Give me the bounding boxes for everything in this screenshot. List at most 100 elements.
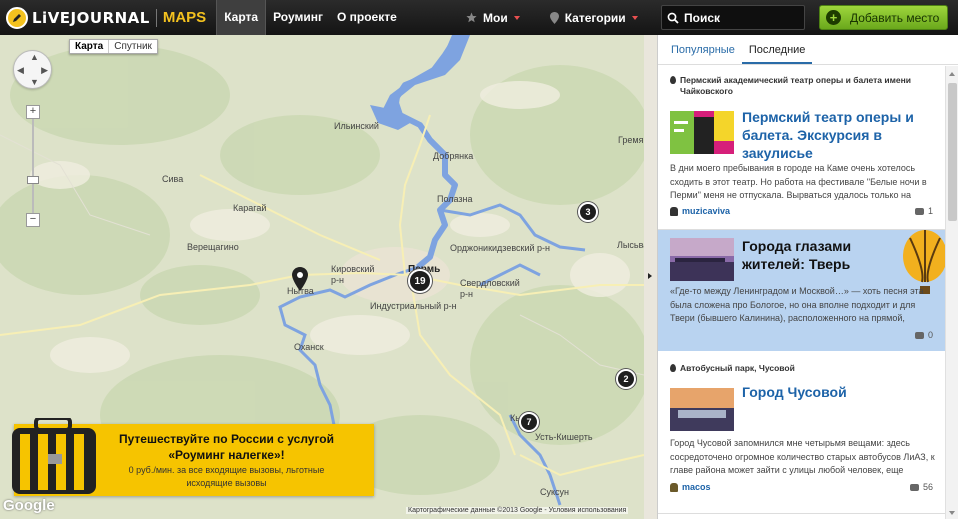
map-label: Гремячинск <box>618 135 644 145</box>
tab-recent[interactable]: Последние <box>741 35 813 64</box>
map-label: Полазна <box>437 194 473 204</box>
banner-subtitle: 0 руб./мин. за все входящие вызовы, льго… <box>128 465 325 488</box>
post-author[interactable]: macos <box>670 482 711 492</box>
nav-roaming[interactable]: Роуминг <box>266 0 330 35</box>
post-author[interactable]: muzicaviva <box>670 206 730 216</box>
user-icon <box>670 206 678 216</box>
plus-icon: + <box>826 10 841 25</box>
categories-dropdown[interactable]: Категории <box>549 10 638 25</box>
map-cluster-marker[interactable]: 3 <box>578 202 598 222</box>
map-type-map[interactable]: Карта <box>70 40 110 53</box>
map-label: Свердловский р-н <box>460 278 520 299</box>
map-label: Карагай <box>233 203 267 213</box>
comment-icon <box>909 483 919 491</box>
search-box <box>661 5 805 30</box>
map-cluster-marker[interactable]: 19 <box>408 269 432 293</box>
map-type-satellite[interactable]: Спутник <box>109 40 157 53</box>
post-card-highlighted: Города глазами жителей: Тверь «Где-то ме… <box>658 230 945 351</box>
livejournal-maps-logo[interactable]: LiVEJOURNAL MAPS <box>0 0 206 35</box>
search-icon <box>667 12 679 24</box>
logo-livejournal-text: LiVEJOURNAL <box>32 8 150 27</box>
map-cluster-marker[interactable]: 2 <box>616 369 636 389</box>
post-location-text: Автобусный парк, Чусовой <box>680 363 795 373</box>
comment-icon <box>914 207 924 215</box>
google-logo: Google <box>3 497 55 514</box>
banner-title: Путешествуйте по России с услугой «Роуми… <box>99 431 354 463</box>
post-comments[interactable]: 1 <box>914 206 933 216</box>
tab-popular[interactable]: Популярные <box>664 35 742 64</box>
zoom-track[interactable] <box>32 119 34 215</box>
map-label: Добрянка <box>433 151 474 161</box>
map-pin-icon[interactable] <box>292 267 308 291</box>
map-label: Оханск <box>294 342 324 352</box>
logo-divider <box>155 8 157 27</box>
post-author-name: muzicaviva <box>682 206 731 216</box>
banner-title-line1: Путешествуйте по России с услугой <box>118 432 335 446</box>
map-label: Верещагино <box>187 242 239 252</box>
suitcase-icon <box>12 418 96 494</box>
post-title-link[interactable]: Город Чусовой <box>742 383 934 401</box>
post-location[interactable]: Пермский академический театр оперы и бал… <box>670 75 940 97</box>
zoom-control: + − <box>26 105 40 227</box>
post-comment-count: 1 <box>927 206 933 216</box>
map-label: Сива <box>162 174 184 184</box>
add-place-button[interactable]: + Добавить место <box>819 5 948 30</box>
nav-menus: Мои Категории <box>466 0 668 35</box>
scrollbar-thumb[interactable] <box>948 83 957 221</box>
map-type-switcher: Карта Спутник <box>69 39 158 54</box>
scroll-down-icon[interactable] <box>949 511 955 515</box>
post-comment-count: 56 <box>922 482 933 492</box>
post-location[interactable]: Автобусный парк, Чусовой <box>670 363 940 374</box>
sidebar-tabs: Популярные Последние <box>658 35 958 65</box>
zoom-in-button[interactable]: + <box>26 105 40 119</box>
star-icon <box>466 12 477 23</box>
nav-about[interactable]: О проекте <box>330 0 404 35</box>
chevron-down-icon <box>631 15 638 20</box>
logo-maps-text: MAPS <box>162 9 207 26</box>
zoom-out-button[interactable]: − <box>26 213 40 227</box>
post-excerpt: Город Чусовой запомнился мне четырьмя ве… <box>670 438 935 475</box>
post-author-name: macos <box>682 482 711 492</box>
post-thumbnail[interactable] <box>670 111 734 154</box>
zoom-slider-handle[interactable] <box>27 176 39 184</box>
post-title-link[interactable]: Пермский театр оперы и балета. Экскурсия… <box>742 108 934 162</box>
pan-control[interactable]: ▲ ▼ ◀ ▶ <box>13 50 52 89</box>
post-card: Пермский академический театр оперы и бал… <box>658 66 945 228</box>
post-comment-count: 0 <box>927 330 933 340</box>
post-title-link[interactable]: Города глазами жителей: Тверь <box>742 237 892 273</box>
map-copyright[interactable]: Картографические данные ©2013 Google - У… <box>406 507 629 514</box>
post-excerpt: В дни моего пребывания в городе на Каме … <box>670 163 927 200</box>
roaming-promo-banner[interactable]: Путешествуйте по России с услугой «Роуми… <box>12 418 374 496</box>
user-icon <box>670 482 678 492</box>
post-card: Автобусный парк, Чусовой Город Чусовой Г… <box>658 352 945 512</box>
search-input[interactable] <box>684 10 794 25</box>
pan-right-icon[interactable]: ▶ <box>41 65 48 76</box>
map-label: Орджоникидзевский р-н <box>450 243 550 253</box>
post-location-text: Пермский академический театр оперы и бал… <box>680 75 911 96</box>
scroll-up-icon[interactable] <box>949 72 955 76</box>
map-label: Индустриальный р-н <box>370 301 457 311</box>
post-thumbnail[interactable] <box>670 388 734 431</box>
card-divider <box>658 513 945 514</box>
sidebar-scrollbar[interactable] <box>945 66 958 519</box>
categories-label: Категории <box>564 10 626 25</box>
pan-left-icon[interactable]: ◀ <box>17 65 24 76</box>
post-comments[interactable]: 0 <box>914 330 933 340</box>
chevron-down-icon <box>513 15 520 20</box>
post-comments[interactable]: 56 <box>909 482 933 492</box>
location-pin-icon <box>670 364 676 372</box>
collapse-sidebar-icon[interactable] <box>648 273 652 279</box>
nav-map[interactable]: Карта <box>216 0 267 35</box>
pan-down-icon[interactable]: ▼ <box>30 77 39 87</box>
post-excerpt: «Где-то между Ленинградом и Москвой…» — … <box>670 286 924 323</box>
my-menu-dropdown[interactable]: Мои <box>466 11 520 25</box>
pan-up-icon[interactable]: ▲ <box>30 52 39 62</box>
map-canvas[interactable]: Карта Спутник ▲ ▼ ◀ ▶ + − Ильинский Сива… <box>0 35 644 519</box>
pencil-icon <box>6 6 28 29</box>
post-thumbnail[interactable] <box>670 238 734 281</box>
comment-icon <box>914 331 924 339</box>
my-menu-label: Мои <box>483 10 508 25</box>
top-navigation-bar: LiVEJOURNAL MAPS Карта Роуминг О проекте… <box>0 0 958 35</box>
map-label: Ильинский <box>334 121 379 131</box>
map-cluster-marker[interactable]: 7 <box>519 412 539 432</box>
